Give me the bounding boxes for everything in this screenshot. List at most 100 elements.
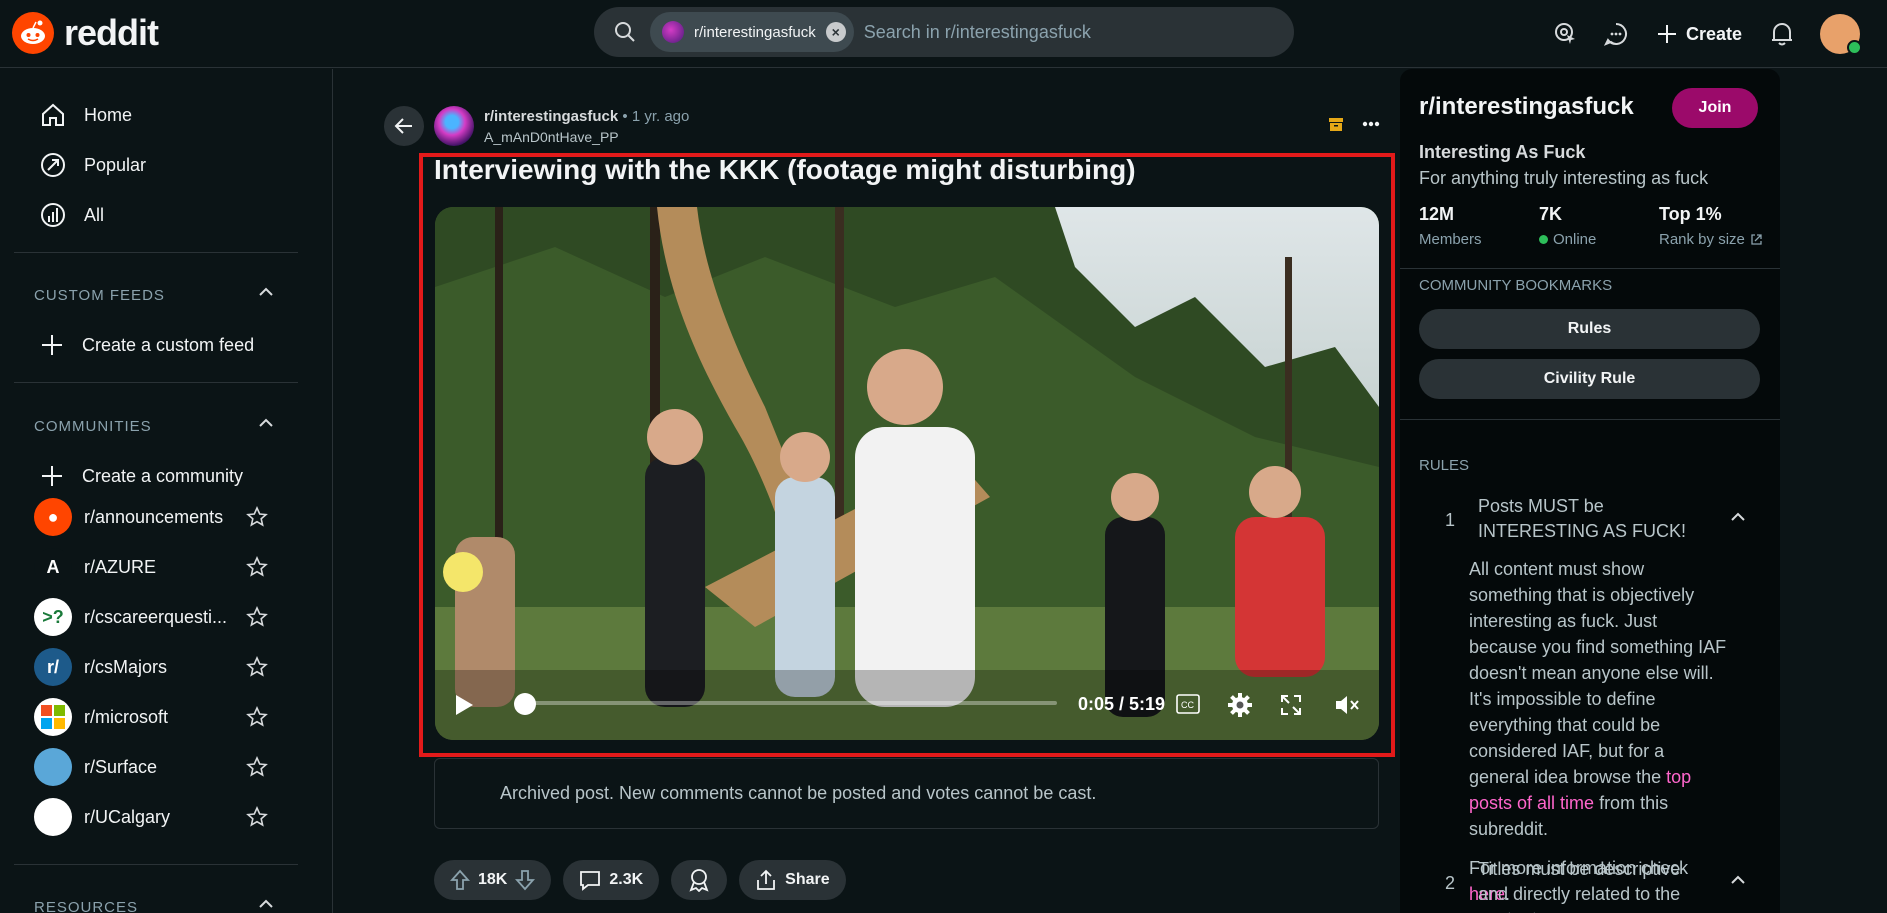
community-name: r/microsoft: [84, 706, 169, 727]
community-title: r/interestingasfuck: [1419, 93, 1634, 120]
community-item[interactable]: r/UCalgary: [14, 795, 298, 839]
archive-icon: [1329, 118, 1343, 131]
subreddit-avatar[interactable]: [434, 106, 474, 146]
create-button[interactable]: Create: [1644, 23, 1754, 45]
community-avatar-icon: ●: [34, 498, 72, 536]
more-options-icon[interactable]: [1362, 121, 1380, 127]
comment-count: 2.3K: [609, 871, 644, 888]
rule-title[interactable]: Posts MUST be INTERESTING AS FUCK!: [1478, 494, 1698, 544]
community-sidebar: r/interestingasfuck Join Interesting As …: [1400, 69, 1780, 913]
community-item[interactable]: r/r/csMajors: [14, 645, 298, 689]
sidebar-item-home[interactable]: Home: [14, 93, 298, 137]
communities-heading: COMMUNITIES: [34, 418, 152, 435]
video-player[interactable]: 0:05 / 5:19 CC: [435, 207, 1379, 740]
star-icon[interactable]: [246, 756, 268, 778]
community-item[interactable]: r/microsoft: [14, 695, 298, 739]
vote-count: 18K: [478, 871, 508, 888]
notifications-bell-icon[interactable]: [1762, 14, 1802, 54]
community-item[interactable]: >? r/cscareerquesti...: [14, 595, 298, 639]
search-bar[interactable]: r/interestingasfuck ×: [594, 7, 1294, 57]
play-icon[interactable]: [453, 693, 475, 717]
stat-label: Online: [1553, 231, 1597, 248]
star-icon[interactable]: [246, 806, 268, 828]
share-button[interactable]: Share: [739, 860, 846, 900]
comments-button[interactable]: 2.3K: [563, 860, 660, 900]
chevron-up-icon[interactable]: [1730, 873, 1746, 887]
create-community-button[interactable]: Create a community: [14, 454, 298, 498]
chevron-up-icon[interactable]: [1730, 510, 1746, 524]
plus-icon: [1657, 25, 1676, 43]
community-name: r/UCalgary: [84, 806, 171, 827]
community-name: r/announcements: [84, 506, 224, 527]
search-input[interactable]: [863, 21, 1294, 43]
mute-icon[interactable]: [1334, 693, 1360, 717]
star-icon[interactable]: [246, 556, 268, 578]
sidebar-item-all[interactable]: All: [14, 193, 298, 237]
rule-body: All content must show something that is …: [1469, 556, 1729, 907]
video-progress-track[interactable]: [515, 701, 1057, 705]
rule-number: 1: [1445, 510, 1456, 530]
share-label: Share: [785, 871, 830, 888]
sidebar-divider: [14, 382, 298, 383]
sidebar-divider: [14, 864, 298, 865]
star-icon[interactable]: [246, 706, 268, 728]
bookmark-rules-button[interactable]: Rules: [1419, 309, 1760, 349]
community-name: r/csMajors: [84, 656, 168, 677]
advertise-icon[interactable]: [1546, 14, 1586, 54]
post-subreddit-link[interactable]: r/interestingasfuck: [484, 108, 618, 125]
sidebar-item-popular[interactable]: Popular: [14, 143, 298, 187]
post-age: 1 yr. ago: [631, 108, 690, 125]
search-scope-chip[interactable]: r/interestingasfuck ×: [650, 12, 854, 52]
reddit-logo[interactable]: reddit: [12, 12, 159, 54]
community-item[interactable]: Ar/AZURE: [14, 545, 298, 589]
vote-bar: 18K: [434, 860, 552, 900]
sidebar-item-label: Home: [84, 104, 133, 125]
stat-label: Rank by size: [1659, 231, 1745, 248]
create-custom-feed-button[interactable]: Create a custom feed: [14, 323, 298, 367]
settings-gear-icon[interactable]: [1227, 692, 1253, 718]
create-community-label: Create a community: [82, 465, 244, 486]
award-icon: [689, 869, 709, 892]
downvote-icon[interactable]: [515, 869, 536, 891]
chevron-up-icon[interactable]: [258, 285, 274, 299]
all-icon: [41, 203, 65, 227]
community-item[interactable]: ● r/announcements: [14, 495, 298, 539]
user-avatar[interactable]: [1820, 14, 1862, 55]
upvote-icon[interactable]: [450, 869, 470, 891]
award-button[interactable]: [671, 860, 728, 900]
subreddit-avatar-icon: [662, 21, 684, 43]
community-description: For anything truly interesting as fuck: [1419, 168, 1709, 188]
online-dot-icon: [1539, 235, 1548, 244]
video-progress-handle[interactable]: [513, 693, 536, 715]
fullscreen-icon[interactable]: [1280, 694, 1302, 716]
header-actions: Create: [1546, 0, 1887, 68]
community-item[interactable]: r/Surface: [14, 745, 298, 789]
close-icon[interactable]: ×: [825, 22, 846, 42]
star-icon[interactable]: [246, 506, 268, 528]
back-button[interactable]: [384, 106, 424, 146]
stat-value: 7K: [1539, 204, 1563, 224]
star-icon[interactable]: [246, 606, 268, 628]
chevron-up-icon[interactable]: [258, 897, 274, 911]
create-label: Create: [1685, 23, 1742, 44]
chevron-up-icon[interactable]: [258, 416, 274, 430]
stat-online: 7K Online: [1539, 204, 1596, 248]
post-author[interactable]: A_mAnD0ntHave_PP: [484, 129, 619, 145]
captions-icon[interactable]: CC: [1176, 694, 1200, 714]
rule-title[interactable]: Titles must be descriptive and directly …: [1478, 857, 1698, 913]
sidebar-item-label: All: [84, 204, 105, 225]
community-avatar-icon: [34, 748, 72, 786]
join-button[interactable]: Join: [1672, 88, 1758, 128]
post-title: Interviewing with the KKK (footage might…: [434, 154, 1136, 185]
community-name: r/AZURE: [84, 556, 156, 577]
star-icon[interactable]: [246, 656, 268, 678]
external-link-icon: [1751, 234, 1762, 245]
resources-heading: RESOURCES: [34, 899, 139, 913]
reddit-snoo-icon: [12, 12, 54, 54]
chat-icon[interactable]: [1596, 14, 1636, 54]
svg-text:CC: CC: [1181, 700, 1194, 710]
post-meta: r/interestingasfuck • 1 yr. ago: [484, 108, 690, 125]
bookmark-civility-rule-button[interactable]: Civility Rule: [1419, 359, 1760, 399]
left-sidebar: Home Popular All CUSTOM FEEDS Create a c…: [0, 69, 333, 913]
stat-rank[interactable]: Top 1% Rank by size: [1659, 204, 1763, 248]
